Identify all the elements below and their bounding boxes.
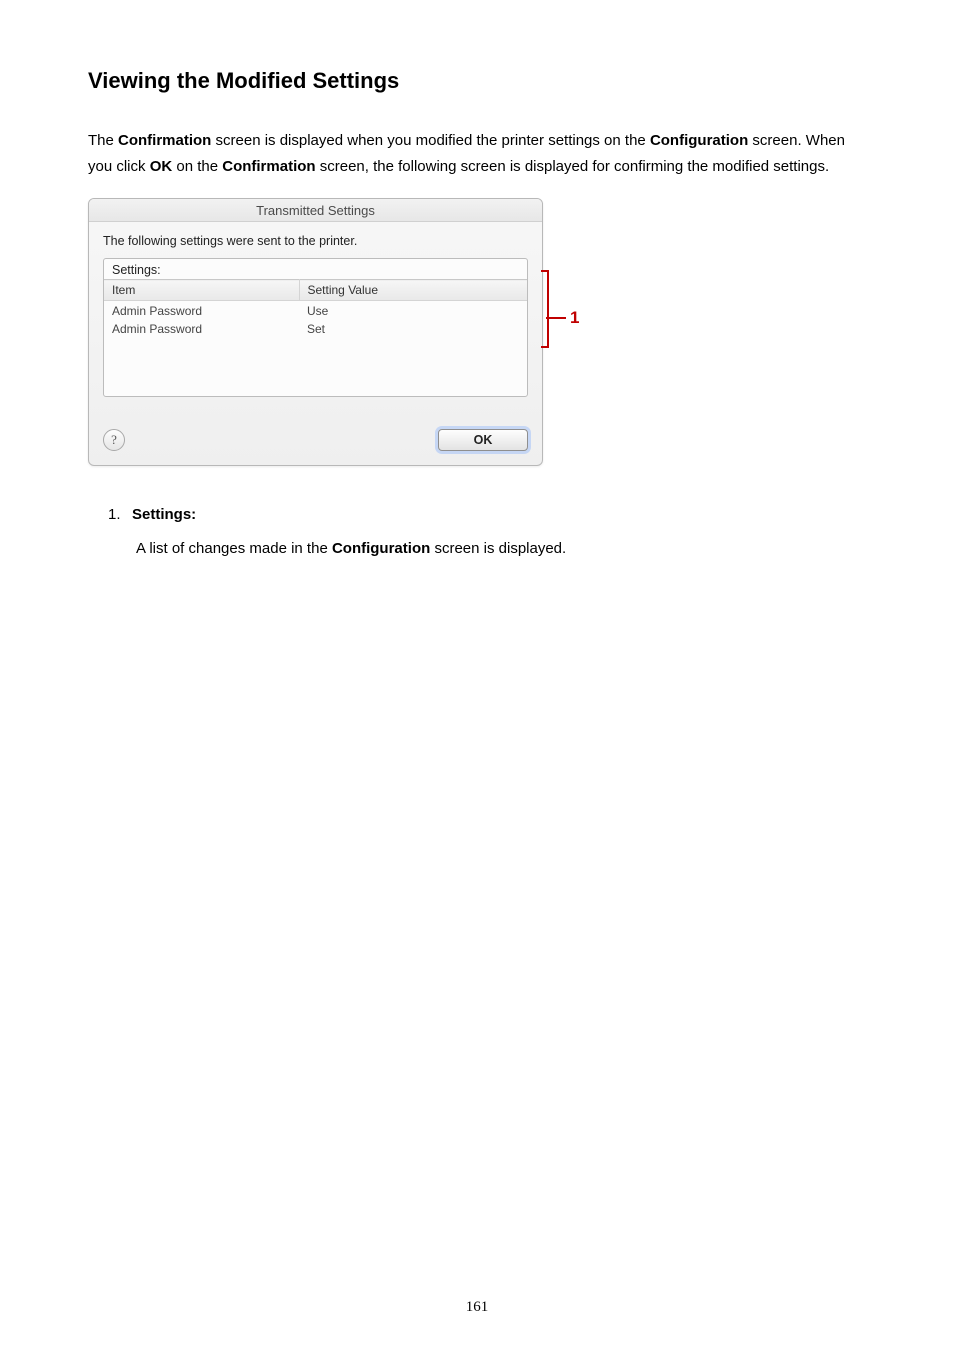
page-heading: Viewing the Modified Settings: [88, 68, 866, 94]
cell-value: Use: [299, 301, 527, 321]
cell-value: Set: [299, 320, 527, 338]
explain-text: screen is displayed.: [430, 540, 566, 557]
column-header-value[interactable]: Setting Value: [299, 280, 527, 301]
callout-line: [546, 317, 566, 319]
intro-text: screen is displayed when you modified th…: [211, 132, 650, 149]
callout-marker: 1: [546, 308, 579, 328]
cell-item: Admin Password: [104, 320, 299, 338]
transmitted-settings-dialog: Transmitted Settings The following setti…: [88, 198, 543, 466]
intro-bold-confirmation-1: Confirmation: [118, 132, 211, 149]
cell-item: Admin Password: [104, 301, 299, 321]
intro-text: screen, the following screen is displaye…: [316, 158, 830, 175]
intro-paragraph: The Confirmation screen is displayed whe…: [88, 128, 866, 180]
explain-text: A list of changes made in the: [136, 540, 332, 557]
settings-panel: Settings: Item Setting Value Admin Passw…: [103, 258, 528, 397]
explanation-list: 1. Settings: A list of changes made in t…: [88, 506, 866, 561]
help-button[interactable]: ?: [103, 429, 125, 451]
dialog-screenshot: Transmitted Settings The following setti…: [88, 198, 568, 466]
column-header-item[interactable]: Item: [104, 280, 299, 301]
table-row: Admin Password Set: [104, 320, 527, 338]
explain-number: 1.: [108, 506, 126, 523]
ok-button[interactable]: OK: [438, 429, 528, 451]
help-icon: ?: [111, 432, 117, 448]
intro-bold-confirmation-2: Confirmation: [222, 158, 315, 175]
table-row: Admin Password Use: [104, 301, 527, 321]
explain-body: A list of changes made in the Configurat…: [108, 537, 866, 561]
explain-bold-configuration: Configuration: [332, 540, 430, 557]
page-number: 161: [0, 1299, 954, 1316]
callout-number: 1: [570, 308, 579, 328]
settings-table: Item Setting Value Admin Password Use Ad…: [104, 279, 527, 396]
dialog-title: Transmitted Settings: [89, 199, 542, 222]
dialog-message: The following settings were sent to the …: [103, 234, 528, 248]
intro-text: on the: [172, 158, 222, 175]
settings-label: Settings:: [104, 259, 527, 279]
intro-text: The: [88, 132, 118, 149]
explain-title: Settings:: [132, 506, 196, 523]
intro-bold-ok: OK: [150, 158, 173, 175]
intro-bold-configuration: Configuration: [650, 132, 748, 149]
